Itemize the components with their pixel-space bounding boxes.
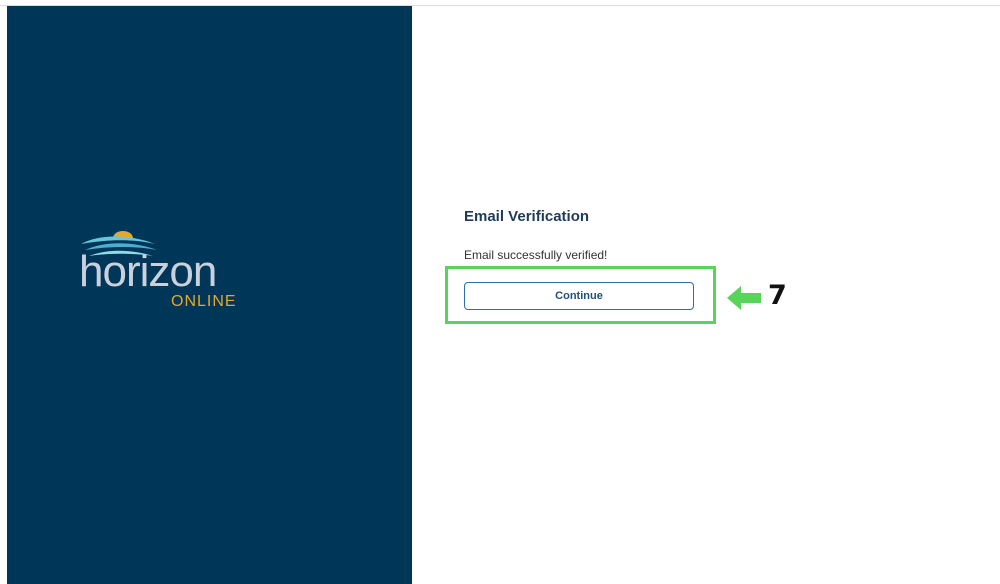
status-message: Email successfully verified!: [464, 248, 608, 262]
logo-wordmark: horizon: [79, 247, 217, 296]
page-title: Email Verification: [464, 208, 590, 225]
window-left-border: [0, 6, 7, 584]
verification-content: Email Verification Email successfully ve…: [464, 208, 704, 262]
horizon-logo: horizon ONLINE: [79, 228, 279, 318]
brand-panel: horizon ONLINE: [7, 6, 412, 584]
logo-subtitle: ONLINE: [171, 293, 237, 310]
annotation-step-number: 7: [768, 280, 787, 311]
annotation-highlight-box: [445, 266, 716, 324]
arrow-left-icon: [727, 286, 761, 310]
